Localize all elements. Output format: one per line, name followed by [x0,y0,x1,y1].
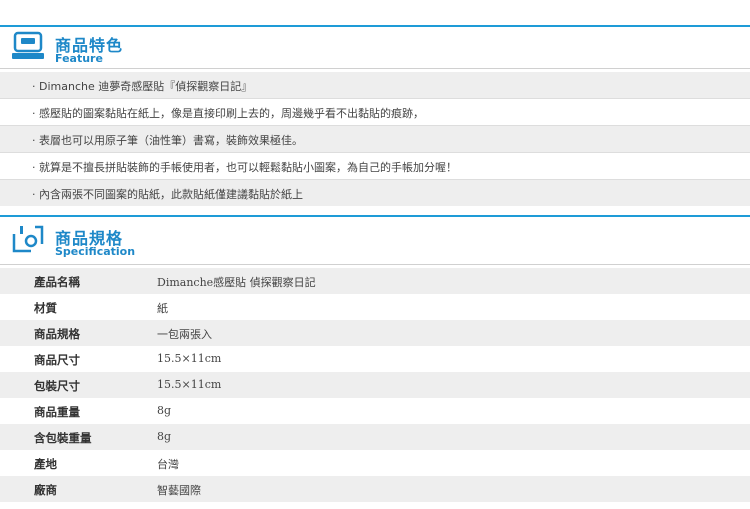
feature-top-rule [0,25,750,27]
spec-row: 產地 台灣 [0,450,750,476]
feature-item: · 表層也可以用原子筆（油性筆）書寫，裝飾效果極佳。 [0,126,750,152]
feature-item: · 內含兩張不同圖案的貼紙，此款貼紙僅建議黏貼於紙上 [0,180,750,206]
spec-key: 廠商 [34,483,57,497]
feature-item: · 就算是不擅長拼貼裝飾的手帳使用者，也可以輕鬆黏貼小圖案，為自己的手帳加分喔！ [0,153,750,179]
spec-value: 智藝國際 [157,484,201,497]
feature-item-text: · Dimanche 迪夢奇感壓貼『偵探觀察日記』 [32,80,253,93]
spec-key: 材質 [34,301,57,315]
box-spec-icon [12,225,44,253]
spec-row: 商品尺寸 15.5×11cm [0,346,750,372]
spec-row: 含包裝重量 8g [0,424,750,450]
feature-item-text: · 就算是不擅長拼貼裝飾的手帳使用者，也可以輕鬆黏貼小圖案，為自己的手帳加分喔！ [32,161,457,174]
spec-row: 商品規格 一包兩張入 [0,320,750,346]
spec-subtitle: Specification [55,245,136,258]
spec-value: 15.5×11cm [157,378,222,391]
spec-key: 包裝尺寸 [34,379,80,393]
spec-value: 台灣 [157,458,179,471]
spec-bottom-rule [0,264,750,265]
feature-subtitle: Feature [55,52,103,65]
spec-value: 8g [157,404,172,417]
feature-item: · Dimanche 迪夢奇感壓貼『偵探觀察日記』 [0,72,750,98]
spec-value: 15.5×11cm [157,352,222,365]
spec-key: 商品尺寸 [34,353,80,367]
register-icon [12,31,44,59]
feature-bottom-rule [0,68,750,69]
feature-item-text: · 感壓貼的圖案黏貼在紙上，像是直接印刷上去的，周邊幾乎看不出黏貼的痕跡， [32,107,424,120]
feature-item-text: · 內含兩張不同圖案的貼紙，此款貼紙僅建議黏貼於紙上 [32,188,303,201]
spec-key: 產品名稱 [34,275,80,289]
spec-top-rule [0,215,750,217]
spec-key: 商品重量 [34,405,80,419]
spec-value: Dimanche感壓貼 偵探觀察日記 [157,276,316,289]
spec-row: 商品重量 8g [0,398,750,424]
feature-item: · 感壓貼的圖案黏貼在紙上，像是直接印刷上去的，周邊幾乎看不出黏貼的痕跡， [0,99,750,125]
spec-key: 商品規格 [34,327,80,341]
spec-row: 材質 紙 [0,294,750,320]
spec-key: 含包裝重量 [34,431,92,445]
spec-value: 8g [157,430,172,443]
spec-key: 產地 [34,457,57,471]
spec-row: 產品名稱 Dimanche感壓貼 偵探觀察日記 [0,268,750,294]
spec-row: 廠商 智藝國際 [0,476,750,502]
spec-value: 一包兩張入 [157,328,212,341]
spec-value: 紙 [157,302,168,315]
feature-item-text: · 表層也可以用原子筆（油性筆）書寫，裝飾效果極佳。 [32,134,303,147]
spec-row: 包裝尺寸 15.5×11cm [0,372,750,398]
